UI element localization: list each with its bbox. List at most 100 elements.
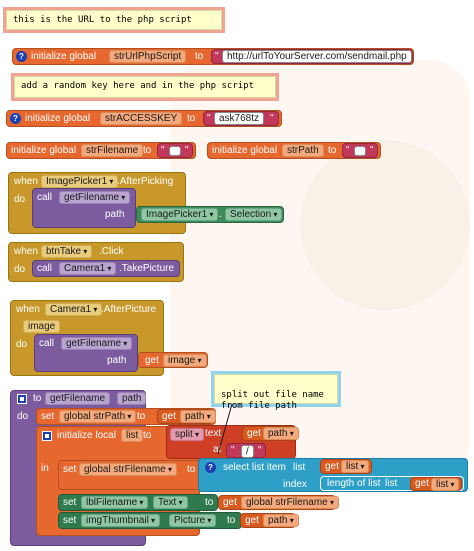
text-string-block[interactable]: " ask768tz " — [203, 111, 279, 126]
select-label: select list item — [223, 462, 286, 473]
empty-text-block[interactable]: " " — [157, 143, 193, 158]
init-global-label: initialize global — [212, 145, 278, 156]
in-label: in — [41, 463, 49, 474]
param-image[interactable]: image — [23, 320, 61, 333]
key-value-field[interactable]: ask768tz — [214, 112, 265, 125]
list-arg-label: list — [385, 478, 398, 489]
component-dropdown[interactable]: Camera1 — [45, 303, 103, 316]
variable-dropdown[interactable]: path — [263, 427, 299, 440]
var-name-field[interactable]: strUrlPhpScript — [109, 50, 187, 63]
quote-close: " — [270, 113, 274, 124]
comment-split[interactable]: split out file name from file path — [214, 374, 338, 411]
index-arg-label: index — [283, 479, 307, 490]
call-label: call — [39, 338, 55, 349]
get-image-block[interactable]: get image — [138, 352, 208, 368]
get-path-block[interactable]: get path — [157, 409, 216, 424]
to-label: to — [33, 393, 42, 404]
comment-url-text: this is the URL to the php script — [13, 15, 192, 25]
length-label: length of list — [327, 478, 381, 489]
help-icon[interactable]: ? — [10, 113, 21, 124]
text-string-block[interactable]: " http://urlToYourServer.com/sendmail.ph… — [211, 49, 413, 64]
get-global-strfilename[interactable]: get global strFilename — [218, 495, 339, 510]
init-global-path-block[interactable]: initialize global strPath to " " — [207, 142, 381, 159]
event-label: .AfterPicture — [101, 304, 157, 315]
help-icon[interactable]: ? — [205, 462, 216, 473]
component-dropdown[interactable]: btnTake — [41, 245, 93, 258]
call-camera-takepicture[interactable]: call Camera1 .TakePicture — [32, 260, 180, 277]
property-dropdown[interactable]: Text — [153, 496, 188, 509]
procedure-dropdown[interactable]: getFilename — [61, 337, 133, 350]
get-label: get — [223, 497, 237, 508]
variable-dropdown[interactable]: global strFilename — [79, 463, 177, 476]
get-label: get — [145, 355, 159, 366]
component-dropdown[interactable]: imgThumbnail — [81, 514, 161, 527]
param-path[interactable]: path — [117, 392, 147, 405]
get-label: get — [162, 411, 176, 422]
variable-dropdown[interactable]: global strFilename — [241, 496, 339, 509]
procedure-dropdown[interactable]: getFilename — [59, 191, 131, 204]
variable-dropdown[interactable]: path — [180, 410, 216, 423]
comment-url[interactable]: this is the URL to the php script — [6, 10, 222, 30]
set-global-strfilename[interactable]: set global strFilename to — [58, 460, 204, 490]
set-global-strpath[interactable]: set global strPath to get path — [36, 408, 216, 425]
property-dropdown[interactable]: Picture — [169, 514, 217, 527]
get-list-block[interactable]: get list — [410, 477, 462, 491]
quote-close: " — [185, 145, 189, 156]
var-name-field[interactable]: strACCESSKEY — [100, 112, 183, 125]
set-imgthumbnail-picture[interactable]: set imgThumbnail Picture to — [58, 512, 242, 529]
call-label: call — [37, 192, 53, 203]
init-global-key-block[interactable]: ? initialize global strACCESSKEY to " as… — [6, 110, 282, 127]
var-name-field[interactable]: strFilename — [81, 144, 144, 157]
path-arg-label: path — [105, 209, 125, 220]
call-getfilename-block[interactable]: call getFilename path — [32, 188, 136, 228]
get-path-block[interactable]: get path — [242, 426, 299, 441]
init-global-filename-block[interactable]: initialize global strFilename to " " — [6, 142, 196, 159]
call-label: call — [37, 263, 53, 274]
get-label: get — [247, 428, 261, 439]
var-name-field[interactable]: strPath — [282, 144, 324, 157]
empty-value-field[interactable] — [169, 146, 181, 156]
component-dropdown[interactable]: lblFilename — [81, 496, 149, 509]
comment-key-text: add a random key here and in the php scr… — [21, 81, 254, 91]
list-arg-label: list — [293, 462, 306, 473]
empty-value-field[interactable] — [354, 146, 366, 156]
comment-key[interactable]: add a random key here and in the php scr… — [14, 76, 276, 98]
url-value-field[interactable]: http://urlToYourServer.com/sendmail.php — [222, 50, 412, 63]
component-dropdown[interactable]: ImagePicker1 — [41, 175, 119, 188]
when-label: when — [16, 304, 40, 315]
help-icon[interactable]: ? — [16, 51, 27, 62]
init-local-label: initialize local — [57, 430, 116, 441]
dot-label: . — [219, 209, 222, 220]
init-global-label: initialize global — [31, 51, 97, 62]
variable-dropdown[interactable]: image — [163, 354, 207, 367]
local-var-field[interactable]: list — [121, 429, 144, 442]
comment-connector-line — [217, 404, 233, 455]
init-global-label: initialize global — [11, 145, 77, 156]
mutator-icon[interactable] — [42, 431, 52, 441]
get-list-block[interactable]: get list — [320, 459, 372, 474]
do-label: do — [14, 264, 26, 275]
variable-dropdown[interactable]: global strPath — [59, 410, 137, 423]
get-path-block[interactable]: get path — [240, 513, 299, 528]
quote-open: " — [161, 145, 165, 156]
component-dropdown[interactable]: ImagePicker1 — [141, 208, 219, 221]
get-label: get — [245, 515, 259, 526]
variable-dropdown[interactable]: path — [263, 514, 299, 527]
property-dropdown[interactable]: Selection — [225, 208, 283, 221]
quote-close: " — [258, 445, 262, 456]
variable-dropdown[interactable]: list — [341, 460, 370, 473]
watermark-circle — [300, 140, 470, 310]
call-getfilename-block[interactable]: call getFilename path — [34, 334, 138, 372]
imagepicker-selection-getter[interactable]: ImagePicker1 . Selection — [136, 206, 284, 223]
quote-open: " — [207, 113, 211, 124]
do-label: do — [16, 339, 28, 350]
do-label: do — [14, 194, 26, 205]
procedure-name-field[interactable]: getFilename — [45, 392, 111, 405]
mutator-icon[interactable] — [17, 394, 27, 404]
empty-text-block[interactable]: " " — [342, 143, 378, 158]
component-dropdown[interactable]: Camera1 — [59, 262, 117, 275]
split-dropdown[interactable]: split — [170, 428, 205, 441]
init-global-url-block[interactable]: ? initialize global strUrlPhpScript to "… — [12, 48, 414, 65]
variable-dropdown[interactable]: list — [431, 478, 460, 491]
set-lblfilename-text[interactable]: set lblFilename Text to — [58, 494, 218, 511]
